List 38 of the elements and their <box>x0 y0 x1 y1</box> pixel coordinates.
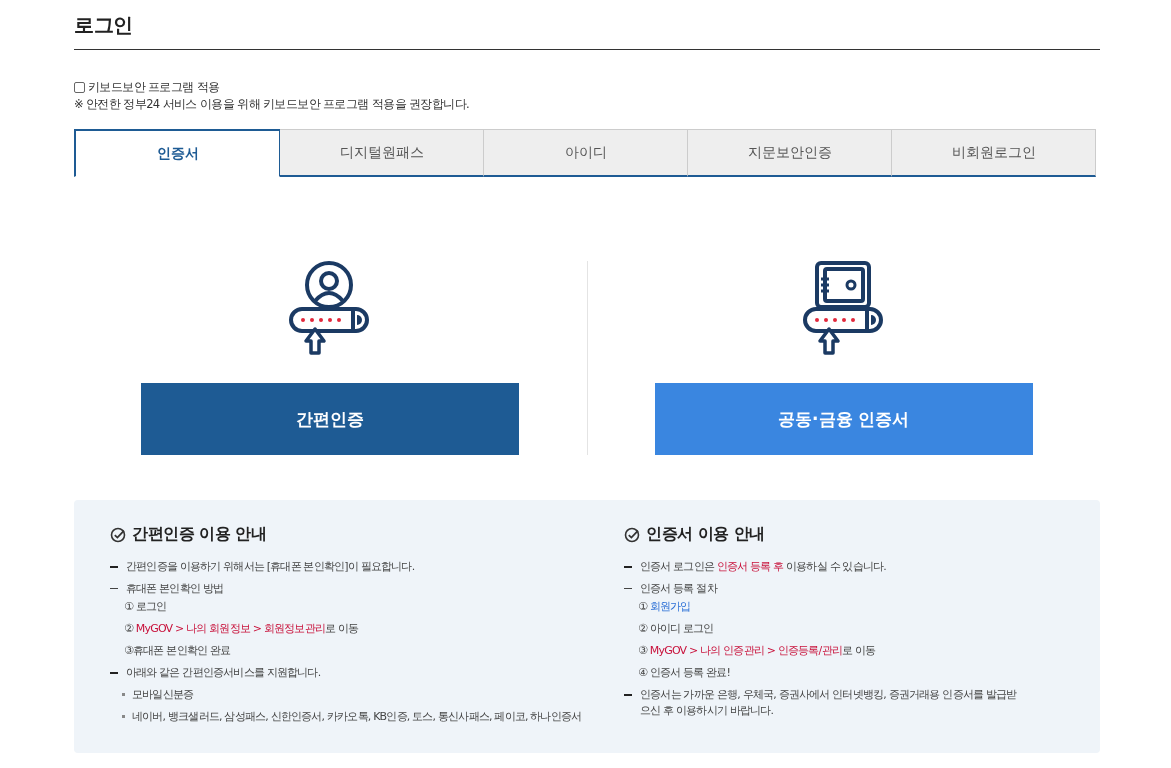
guide-text: ① 회원가입 <box>638 599 691 615</box>
guide-title: 간편인증 이용 안내 <box>132 524 267 545</box>
login-tab[interactable]: 아이디 <box>484 129 688 177</box>
guide-text: ③휴대폰 본인확인 완료 <box>124 643 231 659</box>
bullet-mark <box>122 693 125 696</box>
guide-text: ① 로그인 <box>124 599 167 615</box>
login-tab[interactable]: 비회원로그인 <box>892 129 1096 177</box>
login-tab[interactable]: 지문보안인증 <box>688 129 892 177</box>
guide-text: 아래와 같은 간편인증서비스를 지원합니다. <box>126 665 321 681</box>
guide-title: 인증서 이용 안내 <box>646 524 765 545</box>
guide-text: 인증서 등록 절차 <box>640 581 717 597</box>
bullet-mark <box>624 694 632 696</box>
guide-text: ④ 인증서 등록 완료! <box>638 665 731 681</box>
guide-text: 휴대폰 본인확인 방법 <box>126 581 224 597</box>
bullet-mark <box>110 566 118 568</box>
login-tab[interactable]: 디지털원패스 <box>280 129 484 177</box>
guide-text: ② 아이디 로그인 <box>638 621 714 637</box>
guide-text: ② MyGOV > 나의 회원정보 > 회원정보관리로 이동 <box>124 621 359 637</box>
bullet-mark <box>122 715 125 718</box>
bullet-mark <box>110 588 118 589</box>
guide-text: 모바일신분증 <box>132 687 194 703</box>
guide-text: 인증서 로그인은 인증서 등록 후 이용하실 수 있습니다. <box>640 559 886 575</box>
login-button[interactable]: 공동·금융 인증서 <box>654 383 1033 455</box>
bullet-mark <box>624 588 632 589</box>
login-tab[interactable]: 인증서 <box>74 129 280 177</box>
bullet-mark <box>110 672 118 674</box>
login-button[interactable]: 간편인증 <box>141 383 520 455</box>
page-title: 로그인 <box>74 0 1100 50</box>
checkbox-label: 키보드보안 프로그램 적용 <box>88 79 220 95</box>
guide-text: 네이버, 뱅크샐러드, 삼성패스, 신한인증서, 카카오톡, KB인증, 토스, 통신사패스, 페이코, 하나인증서 <box>132 709 582 725</box>
guide-text: 간편인증을 이용하기 위해서는 [휴대폰 본인확인]이 필요합니다. <box>126 559 415 575</box>
check-circle-icon <box>110 526 126 543</box>
notice-text: ※ 안전한 정부24 서비스 이용을 위해 키보드보안 프로그램 적용을 권장합니다. <box>74 97 471 112</box>
check-circle-icon <box>624 526 640 543</box>
guide-text: 인증서는 가까운 은행, 우체국, 증권사에서 인터넷뱅킹, 증권거래용 인증서를 발급받으신 후 이용하시기 바랍니다. <box>640 687 1018 719</box>
bullet-mark <box>624 566 632 568</box>
checkbox[interactable] <box>74 81 85 93</box>
guide-text: ③ MyGOV > 나의 인증관리 > 인증등록/관리로 이동 <box>638 643 876 659</box>
